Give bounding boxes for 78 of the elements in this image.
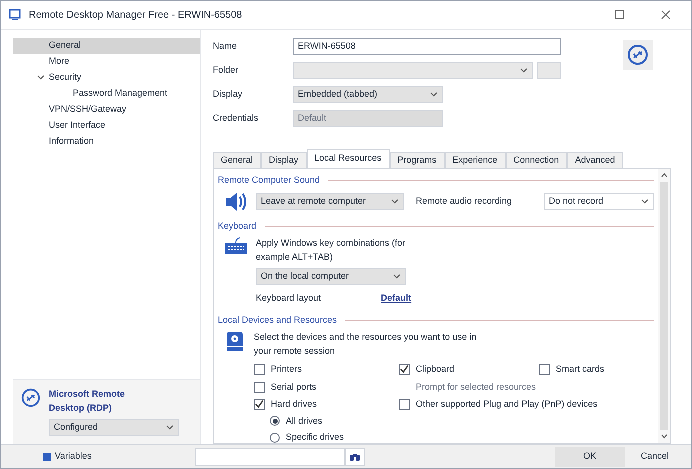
window-title: Remote Desktop Manager Free - ERWIN-65508 xyxy=(29,8,244,22)
sidebar-item[interactable]: Security xyxy=(13,70,200,86)
checkbox[interactable] xyxy=(399,399,410,410)
caret-icon xyxy=(520,68,528,73)
checkbox-label: Serial ports xyxy=(271,380,317,394)
chevron-icon[interactable] xyxy=(37,74,45,82)
sidebar-item[interactable]: More xyxy=(13,54,200,70)
name-field[interactable]: ERWIN-65508 xyxy=(293,38,561,55)
checkbox[interactable] xyxy=(539,364,550,376)
variables-button[interactable]: Variables xyxy=(43,450,183,464)
tab[interactable]: Connection xyxy=(506,152,568,169)
hard-drive-icon xyxy=(224,331,246,353)
caret-icon xyxy=(393,274,401,279)
maximize-icon[interactable] xyxy=(615,10,625,20)
field-label: Display xyxy=(213,88,244,101)
section-title: Remote Computer Sound xyxy=(218,174,320,187)
scroll-down-icon[interactable] xyxy=(660,434,668,439)
recording-dropdown[interactable]: Do not record xyxy=(544,193,654,210)
remote-desktop-icon xyxy=(627,44,649,66)
prompt-text: Prompt for selected resources xyxy=(415,380,538,394)
checkbox-label: Clipboard xyxy=(416,363,455,376)
tab[interactable]: Local Resources xyxy=(306,149,390,169)
devices-description: Select the devices and the resources you want to use in your remote session xyxy=(254,331,478,358)
sound-dropdown[interactable]: Leave at remote computer xyxy=(256,193,404,210)
key-combination-dropdown[interactable]: On the local computer xyxy=(256,268,406,285)
status-dropdown[interactable]: Configured xyxy=(49,419,179,436)
keyboard-layout-link[interactable]: Default xyxy=(381,292,412,306)
checkbox[interactable] xyxy=(254,364,265,376)
section-title: Local Devices and Resources xyxy=(218,314,338,326)
search-field[interactable] xyxy=(195,448,345,466)
checkbox-label: Smart cards xyxy=(556,363,605,376)
checkbox-label: Printers xyxy=(271,363,302,376)
caret-icon xyxy=(641,199,649,204)
radio-label: All drives xyxy=(286,414,323,428)
sidebar-item[interactable]: Password Management xyxy=(13,86,200,102)
connection-type-name: Microsoft Remote Desktop (RDP) xyxy=(49,388,126,415)
checkbox-label: Other supported Plug and Play (PnP) devices xyxy=(416,398,598,411)
checkbox[interactable] xyxy=(254,399,265,410)
speaker-icon xyxy=(224,192,248,212)
section-title: Keyboard xyxy=(218,220,257,233)
radio-label: Specific drives xyxy=(286,431,344,444)
tab[interactable]: Advanced xyxy=(567,152,624,169)
field-label: Credentials xyxy=(213,112,260,125)
checkbox[interactable] xyxy=(254,382,265,393)
radio-button[interactable] xyxy=(270,416,280,426)
entry-icon-button[interactable] xyxy=(623,40,653,70)
find-button[interactable] xyxy=(345,448,365,466)
credentials-field[interactable]: Default xyxy=(293,110,443,127)
field-label: Remote audio recording xyxy=(416,194,512,208)
caret-icon xyxy=(391,199,399,204)
caret-icon xyxy=(430,92,438,97)
binoculars-icon xyxy=(349,452,361,462)
tab[interactable]: Experience xyxy=(444,152,506,169)
display-dropdown[interactable]: Embedded (tabbed) xyxy=(293,86,443,103)
ok-button[interactable]: OK xyxy=(555,446,625,466)
variables-icon xyxy=(43,452,51,460)
cancel-button[interactable]: Cancel xyxy=(625,446,685,466)
app-icon xyxy=(9,9,21,21)
sidebar-item[interactable]: VPN/SSH/Gateway xyxy=(13,102,200,118)
remote-desktop-icon xyxy=(21,388,41,408)
sidebar-item[interactable]: User Interface xyxy=(13,118,200,134)
tab[interactable]: General xyxy=(213,152,262,169)
close-icon[interactable] xyxy=(661,10,671,20)
sidebar-item[interactable]: General xyxy=(13,38,200,54)
field-label: Keyboard layout xyxy=(256,292,322,305)
field-label: Name xyxy=(213,40,238,53)
checkbox[interactable] xyxy=(399,364,410,376)
caret-icon xyxy=(166,425,174,430)
radio-button[interactable] xyxy=(270,432,280,443)
scrollbar[interactable] xyxy=(658,169,670,443)
sidebar-item[interactable]: Information xyxy=(13,134,200,150)
scroll-up-icon[interactable] xyxy=(660,173,668,178)
tab[interactable]: Programs xyxy=(390,152,445,169)
checkbox-label: Hard drives xyxy=(271,398,318,411)
keyboard-description: Apply Windows key combinations (for example ALT+TAB) xyxy=(256,237,406,264)
keyboard-icon xyxy=(224,237,248,255)
field-label: Folder xyxy=(213,64,240,77)
tab[interactable]: Display xyxy=(261,152,307,169)
